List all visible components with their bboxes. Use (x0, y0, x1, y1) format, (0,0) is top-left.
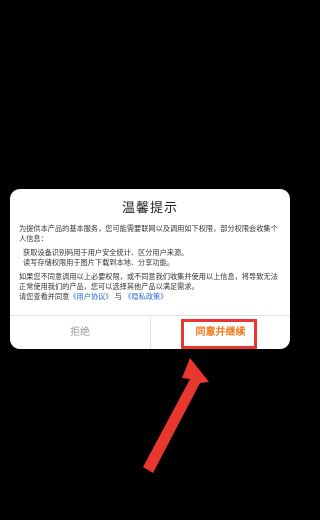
annotation-arrow-icon (143, 358, 209, 473)
arrow-shape (143, 358, 209, 473)
screen: 温馨提示 为提供本产品的基本服务，您可能需要联网以及调用如下权限，部分权限会收集… (0, 0, 300, 520)
